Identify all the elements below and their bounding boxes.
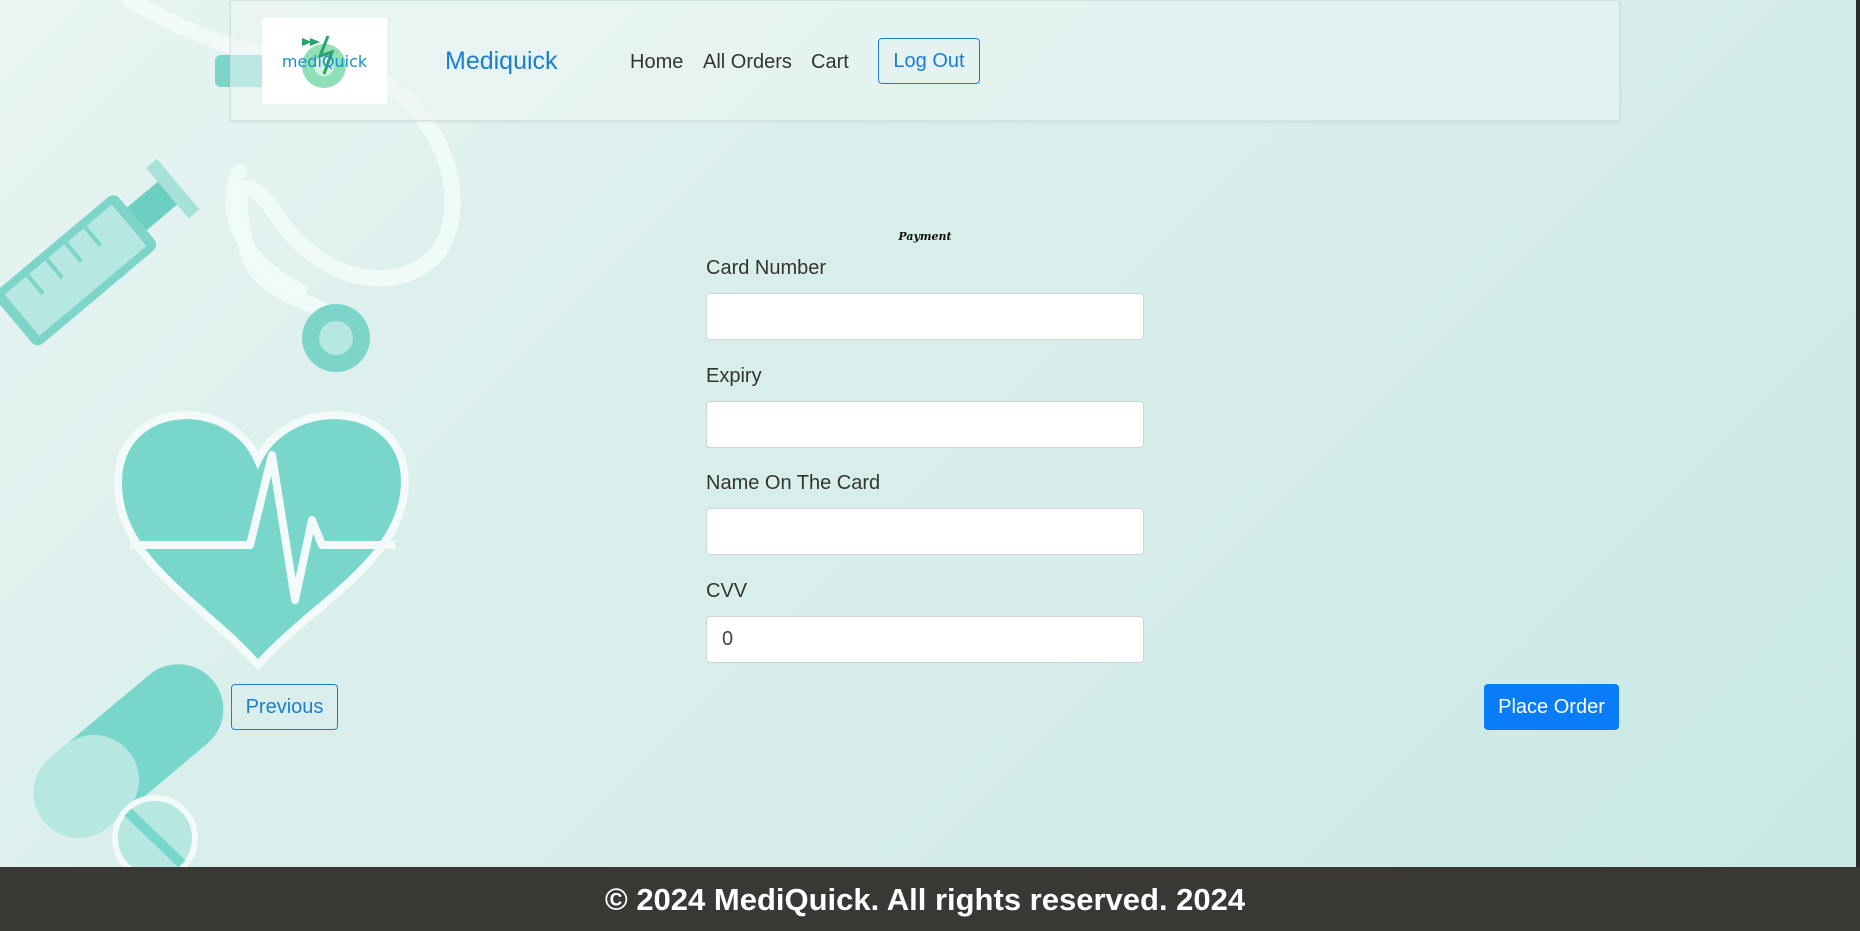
payment-heading: Payment: [898, 230, 952, 243]
cvv-label: CVV: [706, 580, 748, 602]
navbar: mediQuick Mediquick Home All Orders Cart…: [230, 0, 1620, 121]
name-on-card-input[interactable]: [706, 508, 1144, 555]
logout-button[interactable]: Log Out: [878, 38, 980, 84]
name-on-card-label: Name On The Card: [706, 472, 881, 494]
card-number-input[interactable]: [706, 293, 1144, 340]
brand-link[interactable]: Mediquick: [445, 47, 558, 76]
footer: © 2024 MediQuick. All rights reserved. 2…: [0, 867, 1860, 931]
previous-button[interactable]: Previous: [231, 684, 338, 730]
footer-copyright: © 2024 MediQuick. All rights reserved. 2…: [604, 882, 1246, 917]
cvv-input[interactable]: [706, 616, 1144, 663]
nav-link-home[interactable]: Home: [630, 51, 683, 74]
card-number-label: Card Number: [706, 257, 827, 279]
logo[interactable]: mediQuick: [262, 18, 387, 104]
logo-text: mediQuick: [281, 52, 368, 71]
expiry-input[interactable]: [706, 401, 1144, 448]
expiry-label: Expiry: [706, 365, 762, 387]
place-order-button[interactable]: Place Order: [1484, 684, 1619, 730]
window-edge: [1856, 0, 1860, 867]
nav-link-all-orders[interactable]: All Orders: [703, 51, 792, 74]
medical-illustration: [0, 0, 461, 870]
nav-link-cart[interactable]: Cart: [811, 51, 849, 74]
page: mediQuick Mediquick Home All Orders Cart…: [0, 0, 1860, 931]
